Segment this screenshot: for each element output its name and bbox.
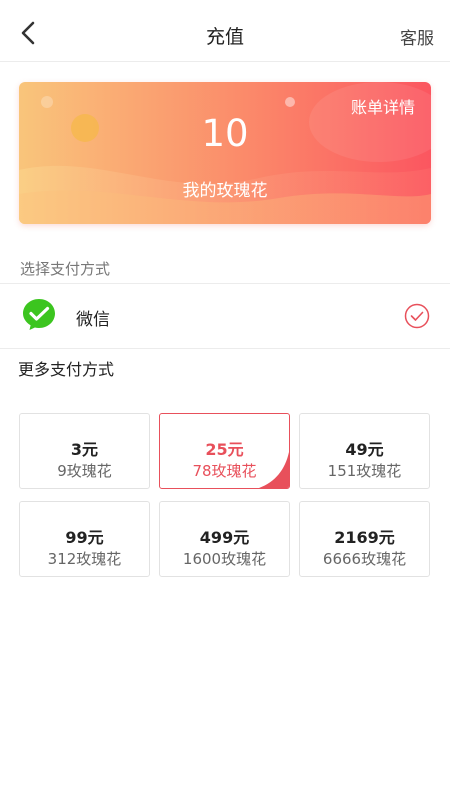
option-roses: 1600玫瑰花 [182,550,267,568]
balance-card: 账单详情 10 我的玫瑰花 [19,82,431,224]
wechat-icon [23,299,55,330]
recharge-option[interactable]: 499元 1600玫瑰花 [159,501,290,577]
payment-method-label: 微信 [76,310,110,330]
recharge-option[interactable]: 3元 9玫瑰花 [19,413,150,489]
payment-method-wechat[interactable]: 微信 [0,284,450,348]
option-price: 2169元 [334,528,395,547]
recharge-option[interactable]: 2169元 6666玫瑰花 [299,501,430,577]
recharge-option[interactable]: 49元 151玫瑰花 [299,413,430,489]
payment-section-label: 选择支付方式 [20,260,111,278]
option-price: 499元 [199,528,250,547]
rose-balance-value: 10 [201,112,249,155]
option-roses: 312玫瑰花 [47,550,122,568]
option-roses: 6666玫瑰花 [322,550,407,568]
option-roses: 151玫瑰花 [327,462,402,480]
selected-corner-mark [259,452,289,488]
customer-service-link[interactable]: 客服 [400,24,434,49]
option-price: 3元 [70,440,99,459]
more-payment-methods-link[interactable]: 更多支付方式 [18,356,114,380]
check-circle-icon[interactable] [404,303,430,329]
divider [0,348,450,349]
option-price: 49元 [345,440,384,459]
recharge-option[interactable]: 99元 312玫瑰花 [19,501,150,577]
top-navbar: 充值 客服 [0,0,450,62]
recharge-option-selected[interactable]: 25元 78玫瑰花 [159,413,290,489]
rose-balance-label: 我的玫瑰花 [182,181,268,201]
option-roses: 9玫瑰花 [57,462,112,480]
option-price: 99元 [65,528,104,547]
page-title: 充值 [205,26,244,48]
